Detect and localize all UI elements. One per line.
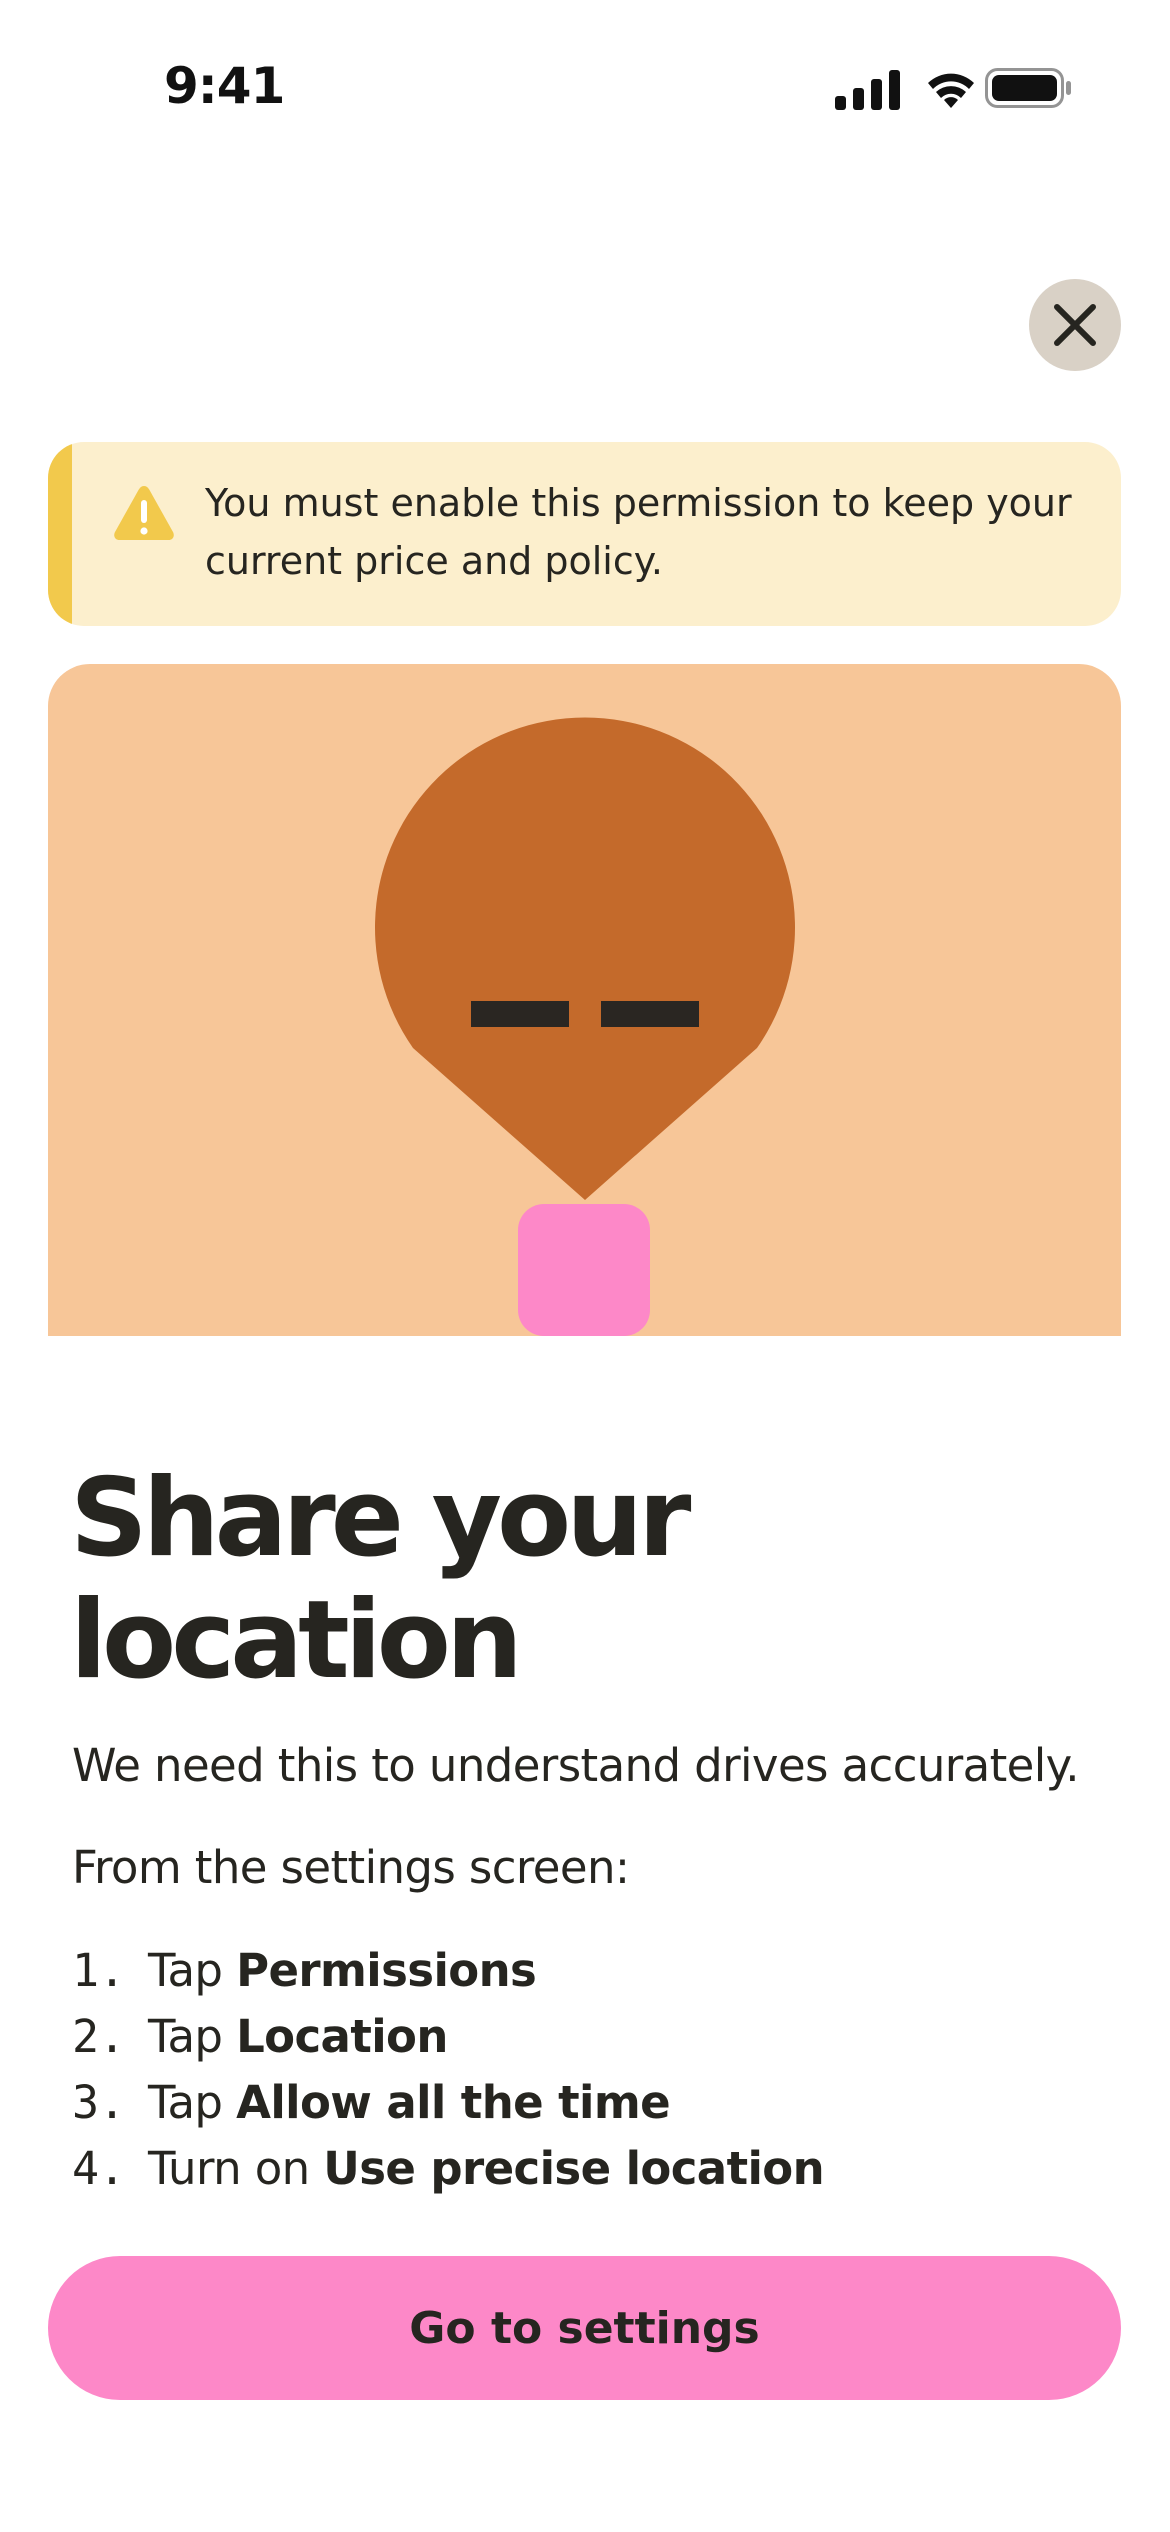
close-icon <box>1054 304 1096 346</box>
battery-icon <box>985 68 1071 108</box>
step-action: Use precise location <box>323 2141 825 2195</box>
page-subtitle: We need this to understand drives accura… <box>72 1739 1080 1792</box>
instruction-steps: 1. Tap Permissions 2. Tap Location 3. Tap A… <box>72 1937 1132 2201</box>
instructions-intro: From the settings screen: <box>72 1841 630 1894</box>
instruction-step: 1. Tap Permissions <box>72 1937 1132 2003</box>
location-pin-illustration <box>375 717 795 1336</box>
status-icons-svg <box>835 68 1071 110</box>
step-number: 2. <box>72 2009 126 2063</box>
step-number: 3. <box>72 2075 126 2129</box>
status-icons <box>835 66 1075 110</box>
step-prefix: Tap <box>148 2009 237 2063</box>
close-button[interactable] <box>1029 279 1121 371</box>
permission-warning-banner: You must enable this permission to keep … <box>48 442 1121 626</box>
banner-text: You must enable this permission to keep … <box>205 481 1072 583</box>
wifi-icon <box>928 73 974 108</box>
cellular-signal-icon <box>835 70 900 110</box>
step-action: Allow all the time <box>236 2075 671 2129</box>
page-title: Share your location <box>70 1456 691 1703</box>
instruction-step: 4. Turn on Use precise location <box>72 2135 1132 2201</box>
banner-accent-bar <box>48 442 72 626</box>
instruction-step: 2. Tap Location <box>72 2003 1132 2069</box>
location-pin-shape <box>375 717 795 1200</box>
step-number: 4. <box>72 2141 126 2195</box>
step-prefix: Turn on <box>148 2141 324 2195</box>
pin-eye-right <box>601 1001 699 1027</box>
warning-icon <box>114 486 174 540</box>
step-action: Location <box>236 2009 448 2063</box>
step-prefix: Tap <box>148 1943 237 1997</box>
instruction-step: 3. Tap Allow all the time <box>72 2069 1132 2135</box>
step-prefix: Tap <box>148 2075 237 2129</box>
pin-eye-left <box>471 1001 569 1027</box>
step-action: Permissions <box>236 1943 537 1997</box>
pin-base-block <box>518 1204 650 1336</box>
location-illustration <box>48 664 1121 1336</box>
go-to-settings-button[interactable]: Go to settings <box>48 2256 1121 2400</box>
step-number: 1. <box>72 1943 126 1997</box>
status-time: 9:41 <box>164 57 285 115</box>
